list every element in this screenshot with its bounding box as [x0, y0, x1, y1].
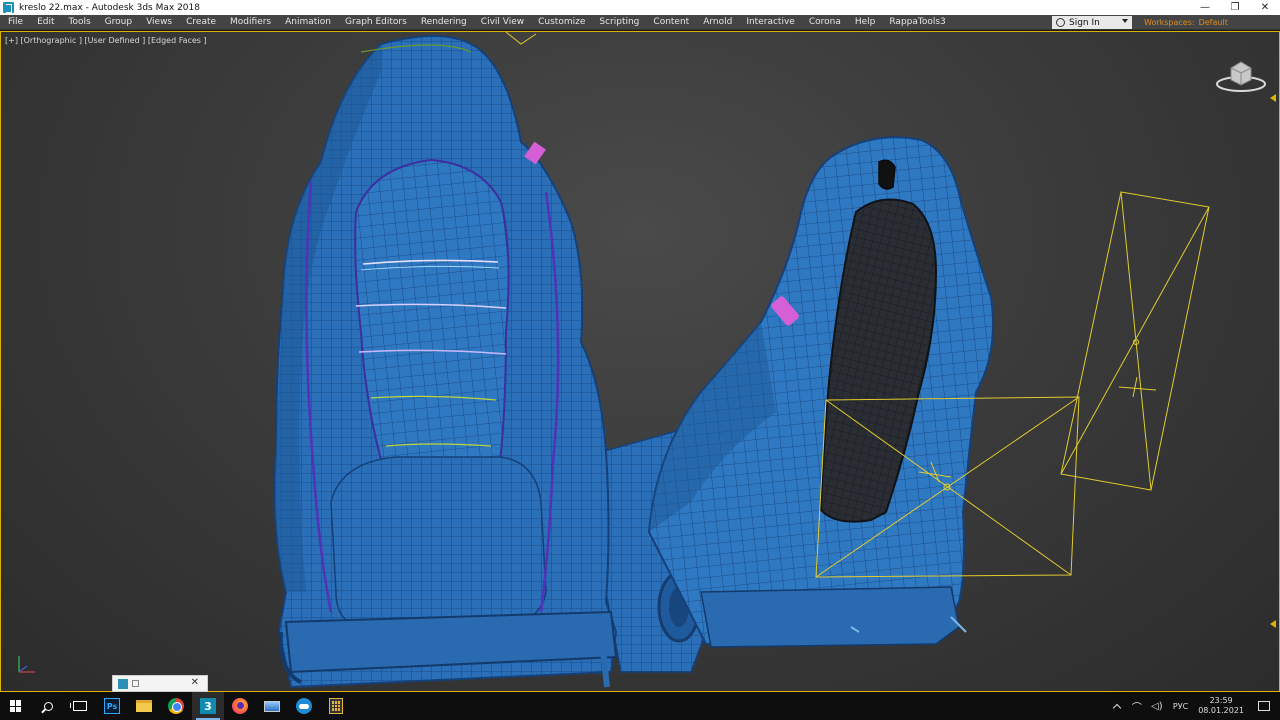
taskbar-search-button[interactable] [32, 692, 64, 720]
maximize-button[interactable]: ❐ [1220, 0, 1250, 15]
scene-canvas[interactable] [1, 32, 1279, 691]
viewport-edge-marker-top [1270, 94, 1276, 102]
menu-edit[interactable]: Edit [30, 15, 61, 30]
search-icon [43, 701, 53, 711]
axis-tripod-icon [18, 656, 35, 673]
menu-civil-view[interactable]: Civil View [474, 15, 531, 30]
taskbar-3dsmax[interactable]: 3 [192, 692, 224, 720]
3dsmax-small-icon [118, 678, 128, 689]
menu-file[interactable]: File [0, 15, 30, 30]
menu-rappatools3[interactable]: RappaTools3 [882, 15, 952, 30]
input-language[interactable]: РУС [1173, 702, 1188, 711]
menu-graph-editors[interactable]: Graph Editors [338, 15, 414, 30]
menu-animation[interactable]: Animation [278, 15, 338, 30]
taskbar-browser[interactable] [288, 692, 320, 720]
menu-modifiers[interactable]: Modifiers [223, 15, 278, 30]
taskbar-clock[interactable]: 23:59 08.01.2021 [1198, 696, 1244, 716]
taskbar-photoshop[interactable]: Ps [96, 692, 128, 720]
front-seat[interactable] [273, 35, 618, 689]
clock-time: 23:59 [1209, 696, 1233, 705]
menu-create[interactable]: Create [179, 15, 223, 30]
show-hidden-icons-button[interactable] [1110, 699, 1124, 713]
close-button[interactable]: ✕ [1250, 0, 1280, 15]
folder-icon [136, 700, 152, 712]
3dsmax-app-icon [3, 2, 14, 13]
clock-date: 08.01.2021 [1198, 706, 1244, 715]
chevron-down-icon [1122, 19, 1128, 23]
menu-help[interactable]: Help [848, 15, 883, 30]
restore-icon[interactable] [132, 680, 139, 687]
notification-center-icon[interactable] [1258, 701, 1270, 711]
taskbar-calculator[interactable] [320, 692, 352, 720]
camera-gizmo[interactable] [1060, 191, 1210, 491]
minimize-button[interactable]: — [1190, 0, 1220, 15]
rear-seat[interactable] [647, 136, 995, 648]
windows-taskbar: Ps 3 ⌒ ◁) РУС 23:59 08.01.2021 [0, 692, 1280, 720]
sign-in-dropdown[interactable]: Sign In [1052, 16, 1132, 29]
gizmo-top-fragment[interactable] [505, 32, 537, 45]
monitor-icon [264, 700, 280, 712]
workspaces-selector[interactable]: Workspaces: Default [1144, 15, 1228, 30]
chevron-up-icon [1112, 703, 1122, 712]
minimized-window-thumbnail[interactable]: ✕ [112, 675, 208, 692]
sign-in-label: Sign In [1069, 17, 1100, 28]
menu-corona[interactable]: Corona [802, 15, 848, 30]
user-icon [1056, 18, 1065, 27]
task-view-button[interactable] [64, 692, 96, 720]
menu-bar: File Edit Tools Group Views Create Modif… [0, 15, 1280, 30]
browser-icon [296, 698, 312, 714]
menu-customize[interactable]: Customize [531, 15, 592, 30]
system-tray: ⌒ ◁) РУС 23:59 08.01.2021 [1107, 692, 1280, 720]
menu-tools[interactable]: Tools [62, 15, 98, 30]
network-icon[interactable]: ⌒ [1130, 699, 1144, 714]
volume-icon[interactable]: ◁) [1150, 699, 1164, 713]
calculator-icon [329, 698, 343, 714]
thumbnail-close-button[interactable]: ✕ [191, 677, 199, 688]
menu-group[interactable]: Group [98, 15, 139, 30]
window-title: kreslo 22.max - Autodesk 3ds Max 2018 [19, 2, 200, 13]
taskbar-chrome[interactable] [160, 692, 192, 720]
taskbar-remote-desktop[interactable] [256, 692, 288, 720]
chrome-icon [168, 698, 184, 714]
taskbar-file-explorer[interactable] [128, 692, 160, 720]
menu-interactive[interactable]: Interactive [739, 15, 801, 30]
3dsmax-icon: 3 [200, 698, 216, 714]
workspaces-label: Workspaces: [1144, 18, 1195, 27]
viewport-edge-marker-bottom [1270, 620, 1276, 628]
start-button[interactable] [0, 692, 32, 720]
menu-scripting[interactable]: Scripting [592, 15, 646, 30]
viewcube-icon[interactable] [1215, 54, 1267, 94]
task-view-icon [70, 701, 87, 711]
taskbar-firefox[interactable] [224, 692, 256, 720]
menu-views[interactable]: Views [139, 15, 179, 30]
menu-arnold[interactable]: Arnold [696, 15, 739, 30]
firefox-icon [232, 698, 248, 714]
workspaces-value: Default [1198, 18, 1228, 27]
windows-logo-icon [10, 700, 22, 712]
perspective-viewport[interactable]: [+] [Orthographic ] [User Defined ] [Edg… [0, 31, 1280, 692]
title-bar: kreslo 22.max - Autodesk 3ds Max 2018 — … [0, 0, 1280, 15]
photoshop-icon: Ps [104, 698, 120, 714]
menu-content[interactable]: Content [646, 15, 696, 30]
menu-rendering[interactable]: Rendering [414, 15, 474, 30]
